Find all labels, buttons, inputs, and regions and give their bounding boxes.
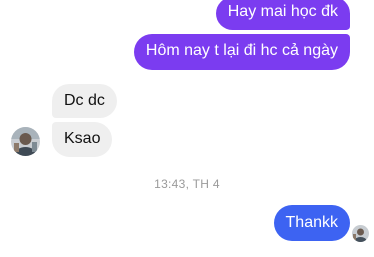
message-text: Ksao xyxy=(64,130,101,147)
incoming-message[interactable]: Ksao xyxy=(52,122,113,157)
avatar-photo-icon xyxy=(352,225,369,242)
incoming-message[interactable]: Dc dc xyxy=(52,84,117,118)
outgoing-message[interactable]: Hay mai học đk xyxy=(215,0,350,30)
contact-avatar-icon[interactable] xyxy=(11,127,40,156)
message-text: Thankk xyxy=(285,214,338,231)
message-timestamp: 13:43, TH 4 xyxy=(154,177,220,191)
message-text: Hôm nay t lại đi hc cả ngày xyxy=(145,42,338,59)
avatar-photo-icon xyxy=(11,127,40,156)
outgoing-message[interactable]: Thankk xyxy=(273,205,350,241)
outgoing-message[interactable]: Hôm nay t lại đi hc cả ngày xyxy=(133,34,350,70)
message-text: Dc dc xyxy=(64,92,105,109)
message-text: Hay mai học đk xyxy=(227,3,338,20)
read-receipt-avatar-icon xyxy=(352,225,369,242)
